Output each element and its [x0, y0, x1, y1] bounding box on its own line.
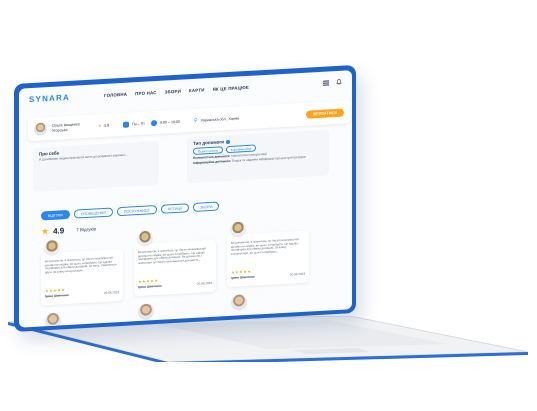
location-pin-icon: ⚲	[193, 117, 198, 124]
verified-check-icon	[225, 139, 230, 144]
help-types-card: Тип допомоги Психологічна Інформаційна П…	[187, 129, 329, 184]
review-avatar	[231, 293, 247, 311]
profile-avatar	[34, 122, 47, 136]
profile-name: Ольга Іващенко Угорська	[52, 122, 80, 133]
review-body: Ви допомогли, я опинилась тут багато мож…	[227, 230, 309, 288]
schedule-days: Пн – Пт	[123, 120, 145, 128]
schedule-hours: 9:00 – 18:00	[150, 118, 180, 126]
contact-button[interactable]: ЗВ'ЯЗАТИСЯ	[305, 108, 344, 119]
app-screen: SYNARA ГОЛОВНА ПРО НАС ЗБОРИ КАРТИ ЯК ЦЕ…	[19, 70, 352, 328]
reviews-score: 4.9	[53, 226, 65, 236]
reviews-summary: ★ 4.9 7 Відгуків	[41, 224, 96, 236]
menu-item-how-it-works[interactable]: ЯК ЦЕ ПРАЦЮЄ	[213, 84, 250, 91]
menu-icon[interactable]	[323, 79, 329, 86]
tab-petitions[interactable]: ПЕТИЦІЇ	[160, 203, 190, 214]
menu-item-home[interactable]: ГОЛОВНА	[104, 91, 127, 97]
review-author: Ірина Шевченко	[138, 283, 162, 290]
profile-location-text: Харківська обл., Харків	[200, 115, 240, 123]
review-text: Ви допомогли, я опинилась тут багато мож…	[45, 256, 117, 274]
review-body: Ви допомогли, я опинилась тут багато мож…	[41, 248, 123, 306]
profile-rating-value: 4.9	[103, 122, 110, 128]
review-author: Ірина Шевченко	[231, 274, 255, 280]
schedule-hours-text: 9:00 – 18:00	[159, 119, 180, 125]
tab-services[interactable]: ПОСЛУЖНИЦТ	[116, 205, 157, 217]
star-icon: ★	[41, 226, 50, 237]
review-author: Ірина Шевченко	[45, 292, 69, 299]
tab-reviews[interactable]: ВІДГУКИ	[41, 209, 70, 221]
brand-logo[interactable]: SYNARA	[29, 92, 70, 103]
review-card: Ви допомогли, я опинилась тут багато мож…	[227, 218, 309, 291]
calendar-icon	[123, 121, 130, 128]
laptop-screen-frame: SYNARA ГОЛОВНА ПРО НАС ЗБОРИ КАРТИ ЯК ЦЕ…	[14, 64, 356, 332]
menu-item-fundraisers[interactable]: ЗБОРИ	[165, 88, 181, 94]
help-type-line-2-label: Інформаційна допомога:	[193, 159, 231, 166]
review-body: Ви допомогли, я опинилась тут багато мож…	[134, 239, 216, 297]
nav-icons	[323, 79, 342, 86]
help-types-title-text: Тип допомоги	[193, 139, 224, 146]
clock-icon	[150, 119, 157, 126]
review-avatar	[45, 312, 61, 328]
review-date: 20.06.2023	[196, 280, 212, 286]
profile-tabs: ВІДГУКИ ОПОВІЩЕННЯ ПОСЛУЖНИЦТ ПЕТИЦІЇ ЗБ…	[41, 201, 220, 221]
tab-notifications[interactable]: ОПОВІЩЕННЯ	[73, 207, 113, 219]
star-icon: ★	[98, 123, 102, 129]
review-text: Ви допомогли, я опинилась тут багато мож…	[138, 246, 206, 265]
tab-fundraisers[interactable]: ЗБОРИ	[193, 201, 220, 212]
review-text: Ви допомогли, я опинилась тут багато мож…	[231, 237, 299, 256]
reviews-count: 7 Відгуків	[76, 226, 96, 233]
profile-location: ⚲ Харківська обл., Харків	[194, 115, 239, 124]
review-avatar	[138, 303, 154, 321]
schedule-days-text: Пн – Пт	[132, 121, 145, 126]
about-card: Про себе Я допомагаю людям прокласти шля…	[33, 140, 159, 192]
menu-item-about[interactable]: ПРО НАС	[135, 90, 156, 96]
menu-item-maps[interactable]: КАРТИ	[189, 87, 205, 93]
review-card: Ви допомогли, я опинилась тут багато мож…	[134, 227, 216, 300]
review-date: 20.06.2023	[103, 290, 119, 295]
bell-icon[interactable]	[336, 79, 342, 85]
profile-rating: ★ 4.9	[98, 123, 109, 129]
main-menu: ГОЛОВНА ПРО НАС ЗБОРИ КАРТИ ЯК ЦЕ ПРАЦЮЄ	[104, 84, 249, 97]
review-date: 20.06.2023	[289, 271, 305, 277]
review-card: Ви допомогли, я опинилась тут багато мож…	[41, 236, 123, 309]
